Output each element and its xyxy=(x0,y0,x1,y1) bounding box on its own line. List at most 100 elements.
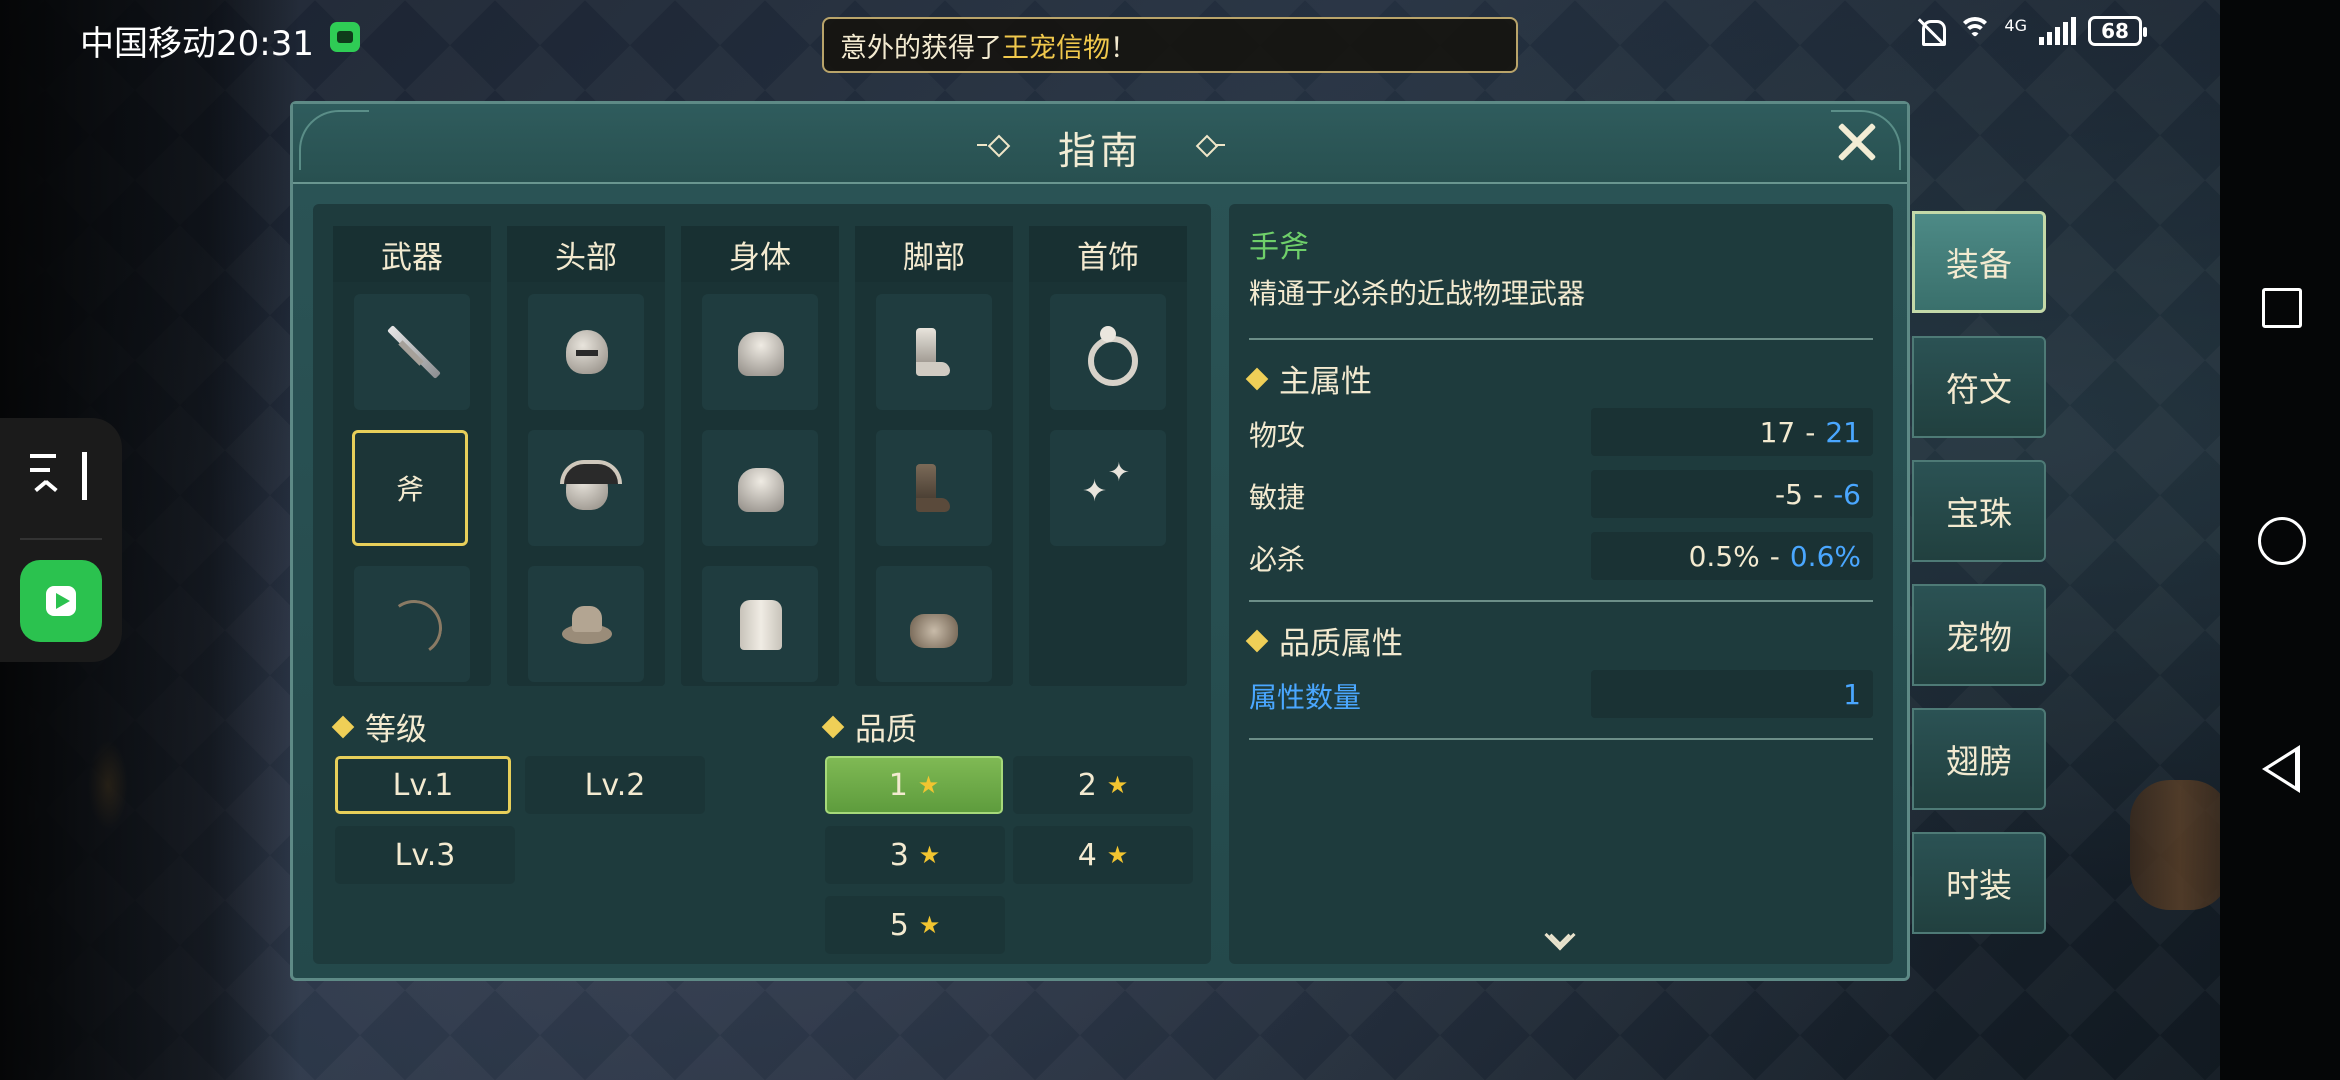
helmet-icon xyxy=(556,322,616,382)
level-option-1[interactable]: Lv.1 xyxy=(335,756,511,814)
attr-range-sep: - xyxy=(1805,415,1816,449)
item-slot-helm[interactable] xyxy=(528,294,644,410)
equipment-selector: 武器 斧 头部 身体 脚部 首饰 ✦ ✦ 等级 Lv.1 Lv.2 Lv.3 品… xyxy=(313,204,1211,964)
tab-equipment[interactable]: 装备 xyxy=(1912,211,2046,313)
tab-wings[interactable]: 翅膀 xyxy=(1912,708,2046,810)
diamond-icon xyxy=(1245,629,1269,652)
level-option-2[interactable]: Lv.2 xyxy=(525,756,705,814)
item-slot-axe[interactable]: 斧 xyxy=(352,430,468,546)
star-icon: ★ xyxy=(1106,771,1129,799)
attr-max: 0.6% xyxy=(1789,539,1861,573)
attr-row: 物攻 17 - 21 xyxy=(1249,408,1873,456)
quality-option-2[interactable]: 2 ★ xyxy=(1013,756,1193,814)
item-slot-heavy-armor[interactable] xyxy=(702,430,818,546)
attr-min: -5 xyxy=(1775,477,1803,511)
quality-value: 5 xyxy=(889,907,909,943)
quality-value: 2 xyxy=(1077,767,1097,803)
diamond-icon xyxy=(821,715,845,738)
quality-value: 3 xyxy=(889,837,909,873)
item-slot-horned-helm[interactable] xyxy=(528,430,644,546)
attr-min: 17 xyxy=(1759,415,1796,449)
signal-icon xyxy=(2039,17,2076,45)
attr-row: 必杀 0.5% - 0.6% xyxy=(1249,532,1873,580)
hat-icon xyxy=(556,594,616,654)
boots-icon xyxy=(904,322,964,382)
item-slot-hat[interactable] xyxy=(528,566,644,682)
attr-range-sep: - xyxy=(1812,477,1824,511)
carrier-time: 中国移动20:31 xyxy=(80,24,314,64)
tab-orb[interactable]: 宝珠 xyxy=(1912,460,2046,562)
attr-row: 敏捷 -5 - -6 xyxy=(1249,470,1873,518)
scroll-down-icon[interactable] xyxy=(1544,919,1576,951)
back-icon[interactable] xyxy=(2262,745,2300,793)
divider xyxy=(1249,600,1873,602)
item-slot-steel-boots[interactable] xyxy=(876,294,992,410)
system-notice: 意外的获得了 王宠信物！ xyxy=(822,17,1518,73)
quality-option-1[interactable]: 1 ★ xyxy=(825,756,1003,814)
attr-range: -5 - -6 xyxy=(1591,470,1873,518)
tab-rune[interactable]: 符文 xyxy=(1912,336,2046,438)
tab-fashion[interactable]: 时装 xyxy=(1912,832,2046,934)
barrel xyxy=(2130,780,2230,910)
wifi-icon xyxy=(1958,17,1993,45)
item-slot-ring[interactable] xyxy=(1050,294,1166,410)
item-slot-pendant[interactable] xyxy=(1050,430,1166,546)
attr-range-sep: - xyxy=(1769,539,1780,573)
dock-divider xyxy=(20,538,102,540)
level-option-3[interactable]: Lv.3 xyxy=(335,826,515,884)
bow-icon xyxy=(382,594,442,654)
category-header: 首饰 xyxy=(1029,226,1187,282)
category-header: 身体 xyxy=(681,226,839,282)
sword-icon xyxy=(382,322,442,382)
shoes-icon xyxy=(904,594,964,654)
star-icon: ★ xyxy=(918,911,941,939)
diamond-icon xyxy=(1245,367,1269,390)
pendant-icon xyxy=(1078,458,1138,518)
attr-label: 必杀 xyxy=(1249,543,1306,576)
attr-range: 17 - 21 xyxy=(1591,408,1873,456)
close-icon[interactable] xyxy=(1835,120,1879,164)
quality-option-4[interactable]: 4 ★ xyxy=(1013,826,1193,884)
multiwindow-icon[interactable] xyxy=(30,448,90,508)
level-section-title: 等级 xyxy=(331,704,427,749)
category-header: 头部 xyxy=(507,226,665,282)
item-slot-plate-armor[interactable] xyxy=(702,294,818,410)
attr-label: 敏捷 xyxy=(1249,481,1306,514)
diamond-icon xyxy=(331,715,355,738)
tab-pet[interactable]: 宠物 xyxy=(1912,584,2046,686)
panel-header: 指南 xyxy=(293,104,1907,184)
attr-label: 物攻 xyxy=(1249,419,1306,452)
guide-panel: 指南 武器 斧 头部 身体 脚部 首饰 ✦ ✦ 等级 Lv.1 Lv.2 Lv.… xyxy=(290,101,1910,981)
notice-prefix: 意外的获得了 xyxy=(840,32,1002,64)
item-slot-sword[interactable] xyxy=(354,294,470,410)
quality-section-title: 品质 xyxy=(821,704,917,749)
attr-min: 0.5% xyxy=(1688,539,1760,573)
recent-apps-icon[interactable] xyxy=(2262,288,2302,328)
item-slot-leather-boots[interactable] xyxy=(876,430,992,546)
item-slot-robe[interactable] xyxy=(702,566,818,682)
attr-value: 1 xyxy=(1591,670,1873,718)
notice-suffix: ！ xyxy=(1110,32,1137,64)
item-slot-bow[interactable] xyxy=(354,566,470,682)
video-app-icon[interactable] xyxy=(20,560,102,642)
bell-off-icon xyxy=(1916,16,1947,46)
category-header: 脚部 xyxy=(855,226,1013,282)
quality-option-5[interactable]: 5 ★ xyxy=(825,896,1005,954)
quality-value: 4 xyxy=(1077,837,1097,873)
armor-icon xyxy=(730,322,790,382)
quality-option-3[interactable]: 3 ★ xyxy=(825,826,1005,884)
quality-attr-title: 品质属性 xyxy=(1245,618,1403,663)
item-description: 精通于必杀的近战物理武器 xyxy=(1249,277,1586,310)
category-header: 武器 xyxy=(333,226,491,282)
ring-icon xyxy=(1078,322,1138,386)
battery-icon: 68 xyxy=(2088,16,2147,46)
item-slot-shoes[interactable] xyxy=(876,566,992,682)
category-accessory: 首饰 xyxy=(1029,226,1187,686)
category-body: 身体 xyxy=(681,226,839,686)
heavy-armor-icon xyxy=(730,458,790,518)
star-icon: ★ xyxy=(918,841,941,869)
home-icon[interactable] xyxy=(2258,517,2306,565)
attr-max: -6 xyxy=(1833,477,1861,511)
category-feet: 脚部 xyxy=(855,226,1013,686)
attr-row: 属性数量 1 xyxy=(1249,670,1873,718)
